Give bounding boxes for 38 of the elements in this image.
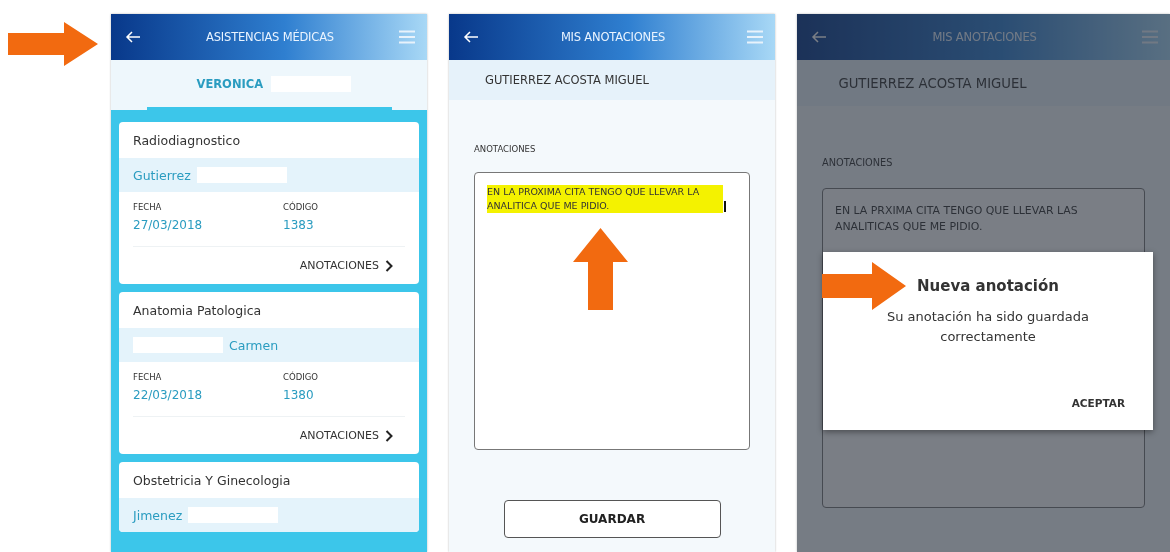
annotation-text: EN LA PROXIMA CITA TENGO QUE LLEVAR LA ANALITICA QUE ME PIDIO. xyxy=(487,185,723,213)
annotation-field[interactable]: EN LA PROXIMA CITA TENGO QUE LLEVAR LA ANALITICA QUE ME PIDIO. xyxy=(474,172,750,450)
dialog-message: Su anotación ha sido guardada correctamente xyxy=(886,308,1090,346)
section-label: ANOTACIONES xyxy=(474,144,537,154)
field-value: 1383 xyxy=(283,218,315,232)
field-value: 22/03/2018 xyxy=(133,388,204,402)
doctor-name: Carmen xyxy=(229,337,279,353)
text-cursor xyxy=(724,200,726,212)
annotation-text: EN LA PRXIMA CITA TENGO QUE LLEVAR LAS ANALITICAS QUE ME PIDIO. xyxy=(835,203,1079,235)
patient-name: GUTIERREZ ACOSTA MIGUEL xyxy=(797,60,1170,106)
doctor-name: Jimenez xyxy=(133,507,183,523)
back-arrow-icon[interactable] xyxy=(463,31,479,43)
annotations-link[interactable]: ANOTACIONES xyxy=(133,246,405,284)
record-card[interactable]: Anatomia Patologica Carmen FECHA CÓDIGO 22/03/2018 1380 ANOTACIONES xyxy=(119,292,419,454)
dialog-title: Nueva anotación xyxy=(917,277,1059,295)
patient-name: GUTIERREZ ACOSTA MIGUEL xyxy=(449,60,775,100)
chevron-icon xyxy=(385,429,393,442)
accept-button[interactable]: ACEPTAR xyxy=(1065,396,1131,410)
screen-title: ASISTENCIAS MÉDICAS xyxy=(205,30,335,44)
chevron-icon xyxy=(385,259,393,272)
field-value: 27/03/2018 xyxy=(133,218,204,232)
card-title: Obstetricia Y Ginecologia xyxy=(132,472,292,490)
doctor-name: Gutierrez xyxy=(133,167,191,183)
annotations-link[interactable]: ANOTACIONES xyxy=(133,416,405,454)
record-card[interactable]: Radiodiagnostico Gutierrez FECHA CÓDIGO 27/03/2018 1383 ANOTACIONES xyxy=(119,122,419,284)
field-value: 1380 xyxy=(283,388,315,402)
screen-title: MIS ANOTACIONES xyxy=(931,30,1038,44)
back-arrow-icon[interactable] xyxy=(125,31,141,43)
screen-title: MIS ANOTACIONES xyxy=(559,30,667,44)
card-title: Anatomia Patologica xyxy=(132,302,263,320)
save-button[interactable]: GUARDAR xyxy=(503,500,721,538)
field-label: FECHA xyxy=(133,202,163,212)
field-label: CÓDIGO xyxy=(283,202,319,212)
field-label: CÓDIGO xyxy=(283,372,319,382)
card-title: Radiodiagnostico xyxy=(132,132,242,150)
record-card[interactable]: Obstetricia Y Ginecologia Jimenez xyxy=(119,462,419,532)
field-label: FECHA xyxy=(133,372,163,382)
section-label: ANOTACIONES xyxy=(822,156,894,168)
